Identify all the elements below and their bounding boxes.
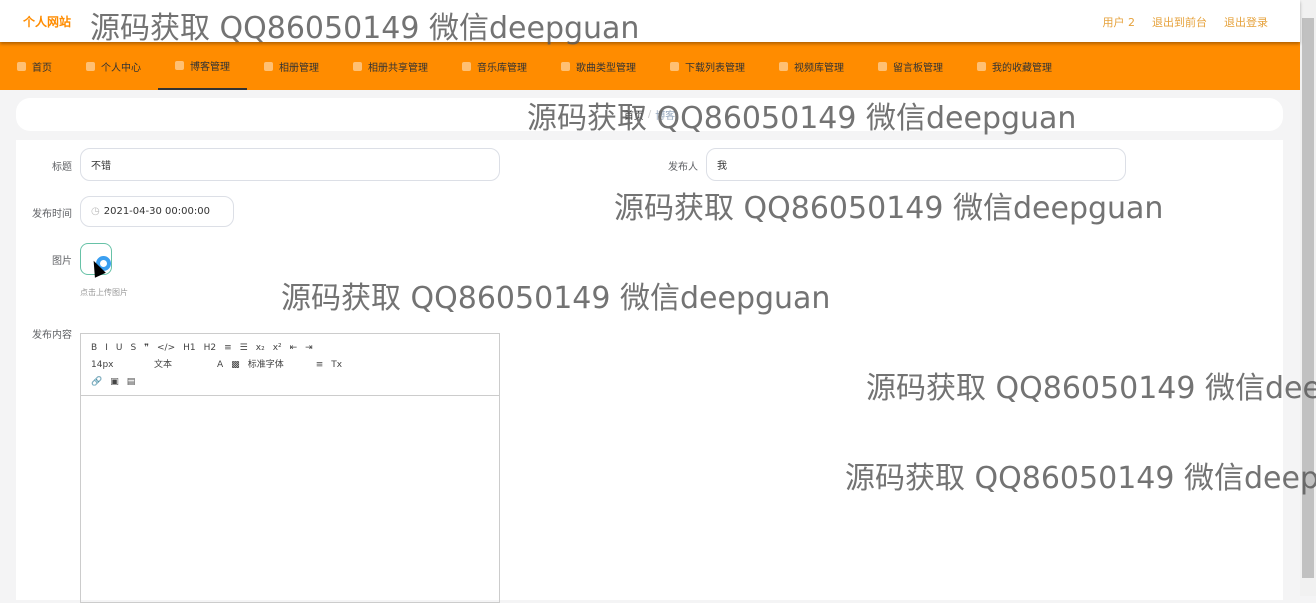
title-label: 标题 <box>52 162 72 173</box>
upload-hint: 点击上传图片 <box>80 288 128 297</box>
nav-label: 相册共享管理 <box>368 62 428 74</box>
nav-icon <box>878 61 887 71</box>
editor-tool-button[interactable]: ⇥ <box>305 340 313 357</box>
editor-tool-button[interactable]: S <box>130 340 136 357</box>
nav-item[interactable]: 个人中心 <box>69 42 158 90</box>
vertical-scrollbar[interactable] <box>1300 0 1316 596</box>
background-color-icon[interactable]: ▩ <box>231 357 240 374</box>
content-label: 发布内容 <box>32 330 72 341</box>
nav-item[interactable]: 博客管理 <box>158 42 247 90</box>
nav-label: 相册管理 <box>279 62 319 74</box>
nav-icon <box>779 61 788 71</box>
nav-item[interactable]: 相册管理 <box>247 42 336 90</box>
nav-item[interactable]: 留言板管理 <box>861 42 960 90</box>
nav-icon <box>264 61 273 71</box>
user-link[interactable]: 用户 2 <box>1103 14 1136 30</box>
editor-tool-button[interactable]: ⇤ <box>290 340 298 357</box>
time-picker[interactable]: ◷ 2021-04-30 00:00:00 <box>80 196 234 227</box>
author-label: 发布人 <box>668 162 698 173</box>
nav-icon <box>353 61 362 71</box>
site-logo: 个人网站 <box>23 15 72 29</box>
logout-link[interactable]: 退出登录 <box>1224 14 1268 30</box>
editor-toolbar: B I U S ❞ </> H1 H2 ≡ ☰ x₂ x² ⇤ ⇥ 14px 文本 A ▩ 标准字体 ≡ Tx 🔗 ▣ ▤ <box>81 334 499 396</box>
nav-item[interactable]: 歌曲类型管理 <box>544 42 653 90</box>
watermark: 源码获取 QQ86050149 微信deepguan <box>527 101 1077 136</box>
image-label: 图片 <box>52 256 72 267</box>
editor-tool-button[interactable]: x₂ <box>256 340 265 357</box>
editor-tool-button[interactable]: B <box>91 340 97 357</box>
nav-label: 音乐库管理 <box>477 62 527 74</box>
nav-label: 视频库管理 <box>794 62 844 74</box>
nav-icon <box>86 61 95 71</box>
watermark: 源码获取 QQ86050149 微信deepguan <box>845 461 1316 496</box>
nav-icon <box>670 61 679 71</box>
nav-item[interactable]: 相册共享管理 <box>336 42 445 90</box>
nav-item[interactable]: 下载列表管理 <box>653 42 762 90</box>
title-input[interactable]: 不错 <box>80 148 500 181</box>
time-value: 2021-04-30 00:00:00 <box>103 206 210 217</box>
editor-tool-button[interactable]: 🔗 <box>91 374 102 391</box>
editor-tool-button[interactable]: ≡ <box>224 340 232 357</box>
nav-label: 首页 <box>32 62 52 74</box>
nav-label: 留言板管理 <box>893 62 943 74</box>
editor-tool-button[interactable]: H2 <box>204 340 217 357</box>
font-size-select[interactable]: 14px <box>91 357 146 374</box>
nav-icon <box>561 61 570 71</box>
editor-content-area[interactable] <box>81 396 499 596</box>
editor-tool-button[interactable]: H1 <box>183 340 196 357</box>
editor-tool-button[interactable]: ▣ <box>110 374 119 391</box>
clock-icon: ◷ <box>91 206 100 217</box>
nav-item[interactable]: 首页 <box>0 42 69 90</box>
editor-tool-button[interactable]: ▤ <box>127 374 136 391</box>
nav-label: 个人中心 <box>101 62 141 74</box>
watermark: 源码获取 QQ86050149 微信deepguan <box>866 371 1316 406</box>
clear-format-icon[interactable]: Tx <box>331 357 342 374</box>
font-color-icon[interactable]: A <box>217 357 223 374</box>
editor-tool-button[interactable]: </> <box>157 340 175 357</box>
nav-label: 下载列表管理 <box>685 62 745 74</box>
font-family-select[interactable]: 标准字体 <box>248 357 308 374</box>
nav-label: 歌曲类型管理 <box>576 62 636 74</box>
nav-icon <box>462 61 471 71</box>
nav-icon <box>175 60 184 70</box>
nav-icon <box>17 61 26 71</box>
nav-label: 我的收藏管理 <box>992 62 1052 74</box>
editor-tool-button[interactable]: ❞ <box>144 340 149 357</box>
watermark: 源码获取 QQ86050149 微信deepguan <box>614 191 1164 226</box>
align-icon[interactable]: ≡ <box>316 357 324 374</box>
watermark: 源码获取 QQ86050149 微信deepguan <box>281 281 831 316</box>
nav-item[interactable]: 音乐库管理 <box>445 42 544 90</box>
editor-tool-button[interactable]: I <box>105 340 108 357</box>
text-type-select[interactable]: 文本 <box>154 357 209 374</box>
exit-to-frontend-link[interactable]: 退出到前台 <box>1152 14 1207 30</box>
nav-icon <box>977 61 986 71</box>
time-label: 发布时间 <box>32 209 72 220</box>
editor-tool-button[interactable]: x² <box>273 340 282 357</box>
nav-item[interactable]: 我的收藏管理 <box>960 42 1069 90</box>
nav-label: 博客管理 <box>190 61 230 73</box>
main-nav: 首页 个人中心 博客管理 相册管理 相册共享管理 音乐库管理 歌曲类型管理 下载列表管理 视频库… <box>0 42 1300 90</box>
editor-tool-button[interactable]: ☰ <box>240 340 248 357</box>
editor-tool-button[interactable]: U <box>116 340 123 357</box>
rich-text-editor: B I U S ❞ </> H1 H2 ≡ ☰ x₂ x² ⇤ ⇥ 14px 文本 A ▩ 标准字体 ≡ Tx 🔗 ▣ ▤ <box>80 333 500 603</box>
nav-item[interactable]: 视频库管理 <box>762 42 861 90</box>
watermark: 源码获取 QQ86050149 微信deepguan <box>90 11 640 46</box>
author-input[interactable]: 我 <box>706 148 1126 181</box>
